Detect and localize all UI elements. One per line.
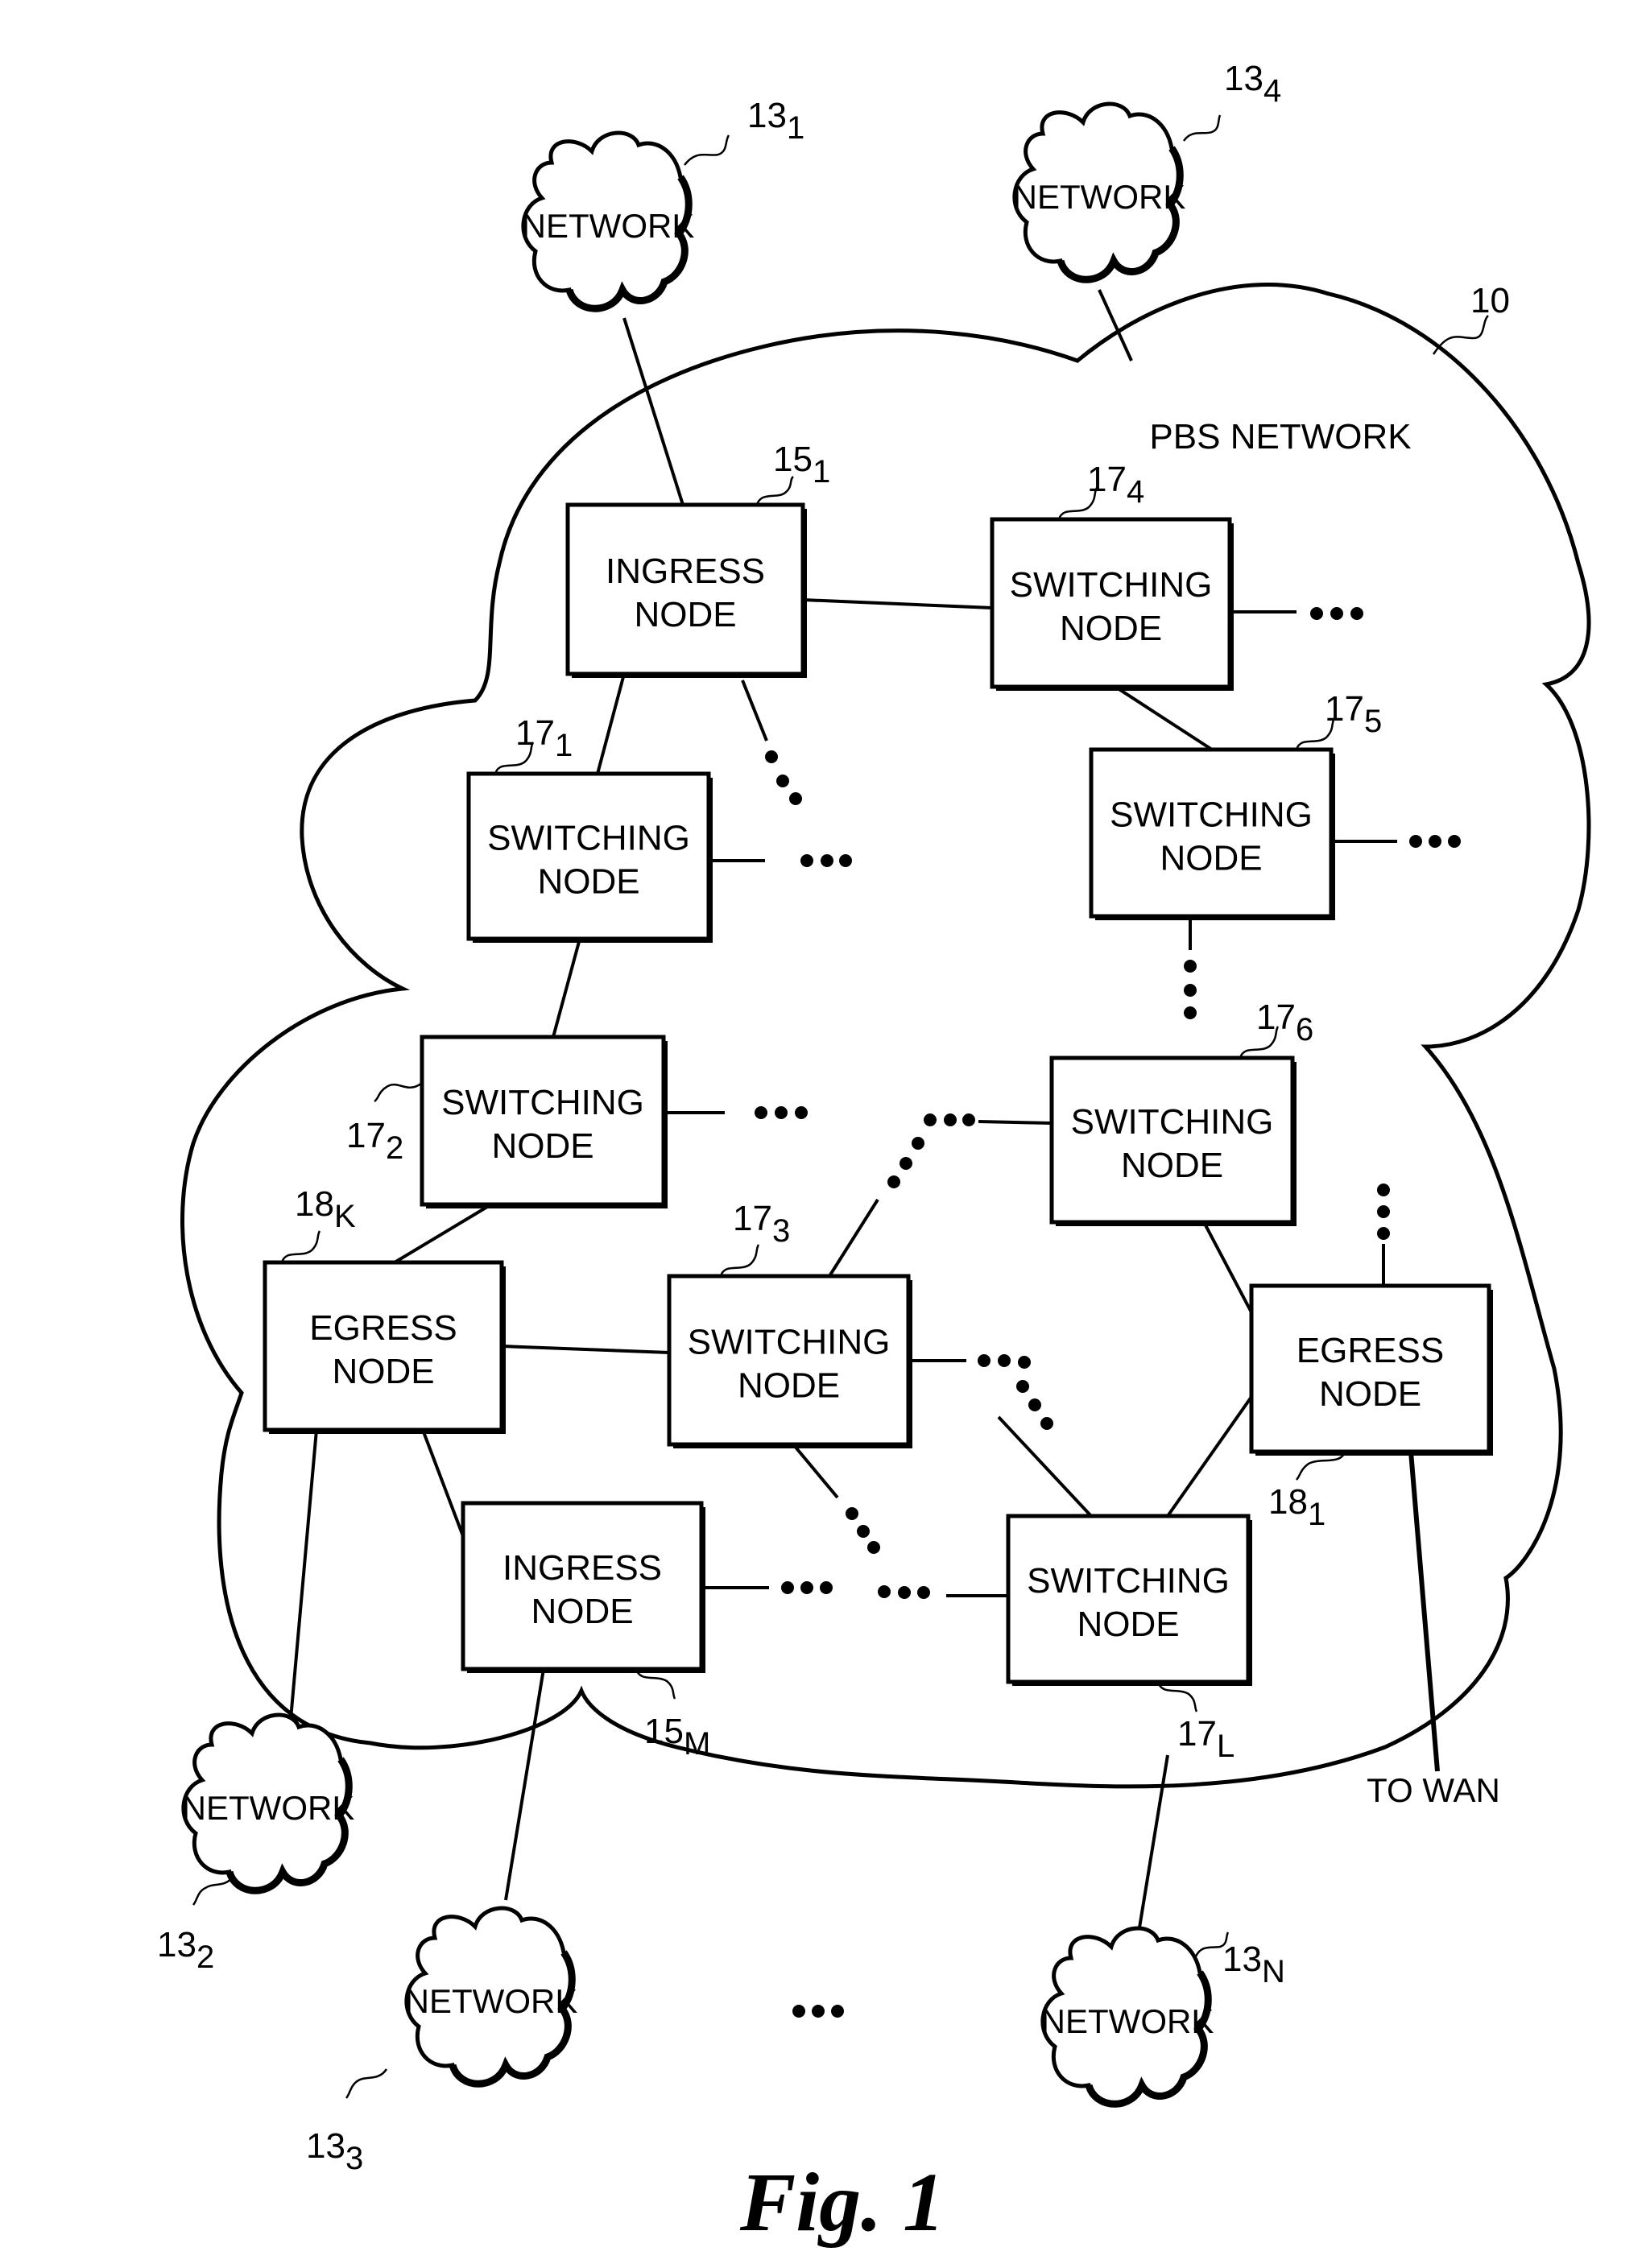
node-label-line1: INGRESS: [606, 552, 765, 591]
reference-numeral: 173: [733, 1199, 790, 1249]
node-label-line1: EGRESS: [309, 1308, 457, 1348]
reference-leader: [374, 1081, 423, 1103]
reference-numeral: 175: [1325, 689, 1382, 739]
pbs-network-diagram: 10 PBS NETWORK INGRESSNODE151SWITCHINGNO…: [157, 59, 1591, 2249]
reference-leader: [635, 1668, 676, 1700]
reference-leader: [192, 1875, 235, 1906]
node-label-line2: NODE: [1160, 839, 1262, 878]
egress-node: EGRESS NODE 181: [1249, 1283, 1493, 1532]
external-network: NETWORK13N: [1041, 1928, 1285, 2104]
switching-node: SWITCHING NODE 176: [1049, 998, 1313, 1226]
node-label-line1: SWITCHING: [688, 1323, 891, 1362]
node-label-line2: NODE: [1060, 609, 1162, 648]
reference-numeral: 134: [1224, 59, 1281, 109]
reference-numeral: 181: [1268, 1482, 1325, 1532]
switching-node: SWITCHING NODE 171: [466, 713, 713, 943]
ingress-node: INGRESS NODE 151: [565, 440, 830, 678]
reference-numeral: 174: [1087, 460, 1144, 510]
reference-numeral: 176: [1256, 998, 1313, 1047]
node-label-line1: EGRESS: [1297, 1331, 1444, 1370]
reference-numeral: 133: [306, 2126, 363, 2176]
ingress-node: INGRESS NODE 15M: [461, 1501, 710, 1762]
to-wan-label: TO WAN: [1367, 1771, 1500, 1809]
reference-leader: [1182, 114, 1222, 142]
reference-numeral: 131: [747, 96, 804, 146]
egress-node: EGRESS NODE 18K: [263, 1184, 506, 1434]
reference-numeral: 151: [773, 440, 830, 490]
reference-numeral: 18K: [295, 1184, 356, 1234]
node-label-line2: NODE: [537, 862, 639, 902]
ref-10: 10: [1470, 281, 1510, 320]
node-label-line1: SWITCHING: [1110, 795, 1313, 835]
network-label: NETWORK: [1041, 2002, 1214, 2040]
reference-leader: [280, 1230, 321, 1263]
pbs-network-label: PBS NETWORK: [1149, 417, 1411, 456]
reference-leader: [719, 1244, 760, 1277]
external-network: NETWORK 133: [306, 1908, 577, 2176]
network-label: NETWORK: [405, 1982, 578, 2020]
pbs-network-cloud: [180, 283, 1591, 1789]
node-label-line2: NODE: [332, 1352, 434, 1391]
external-network: NETWORK 132: [157, 1715, 354, 1975]
between-networks-ellipsis: [792, 2005, 844, 2018]
external-network: NETWORK 131: [522, 96, 804, 308]
node-label-line2: NODE: [634, 595, 736, 634]
reference-numeral: 172: [346, 1116, 403, 1166]
network-label: NETWORK: [182, 1789, 355, 1827]
reference-numeral: 171: [515, 713, 573, 763]
reference-numeral: 132: [157, 1925, 214, 1975]
switching-node: SWITCHING NODE 174: [990, 460, 1234, 691]
reference-numeral: 15M: [644, 1712, 710, 1762]
reference-numeral: 17L: [1177, 1714, 1234, 1764]
figure-caption: Fig. 1: [739, 2156, 945, 2249]
node-label-line1: SWITCHING: [1010, 565, 1213, 605]
reference-leader: [1296, 1451, 1346, 1481]
network-label: NETWORK: [522, 207, 695, 245]
node-label-line1: SWITCHING: [487, 819, 690, 858]
node-label-line2: NODE: [1077, 1605, 1179, 1644]
node-label-line2: NODE: [738, 1366, 840, 1406]
reference-leader: [684, 134, 730, 166]
switching-node: SWITCHING NODE 17L: [1006, 1514, 1252, 1764]
node-label-line2: NODE: [491, 1126, 593, 1166]
reference-numeral: 13N: [1222, 1940, 1285, 1989]
reference-leader: [755, 476, 794, 506]
node-label-line1: SWITCHING: [441, 1083, 644, 1122]
node-label-line1: SWITCHING: [1027, 1561, 1230, 1601]
switching-node: SWITCHING NODE 173: [667, 1199, 912, 1448]
network-label: NETWORK: [1013, 178, 1186, 216]
reference-leader: [1156, 1681, 1198, 1712]
node-label-line2: NODE: [1121, 1146, 1223, 1185]
node-label-line1: SWITCHING: [1071, 1102, 1274, 1142]
external-network: NETWORK 134: [1013, 59, 1281, 279]
switching-node: SWITCHING NODE 172: [346, 1035, 668, 1208]
switching-node: SWITCHING NODE 175: [1089, 689, 1382, 920]
reference-leader: [345, 2068, 388, 2099]
node-label-line2: NODE: [1319, 1374, 1421, 1414]
node-label-line2: NODE: [531, 1592, 633, 1631]
node-label-line1: INGRESS: [502, 1548, 662, 1588]
